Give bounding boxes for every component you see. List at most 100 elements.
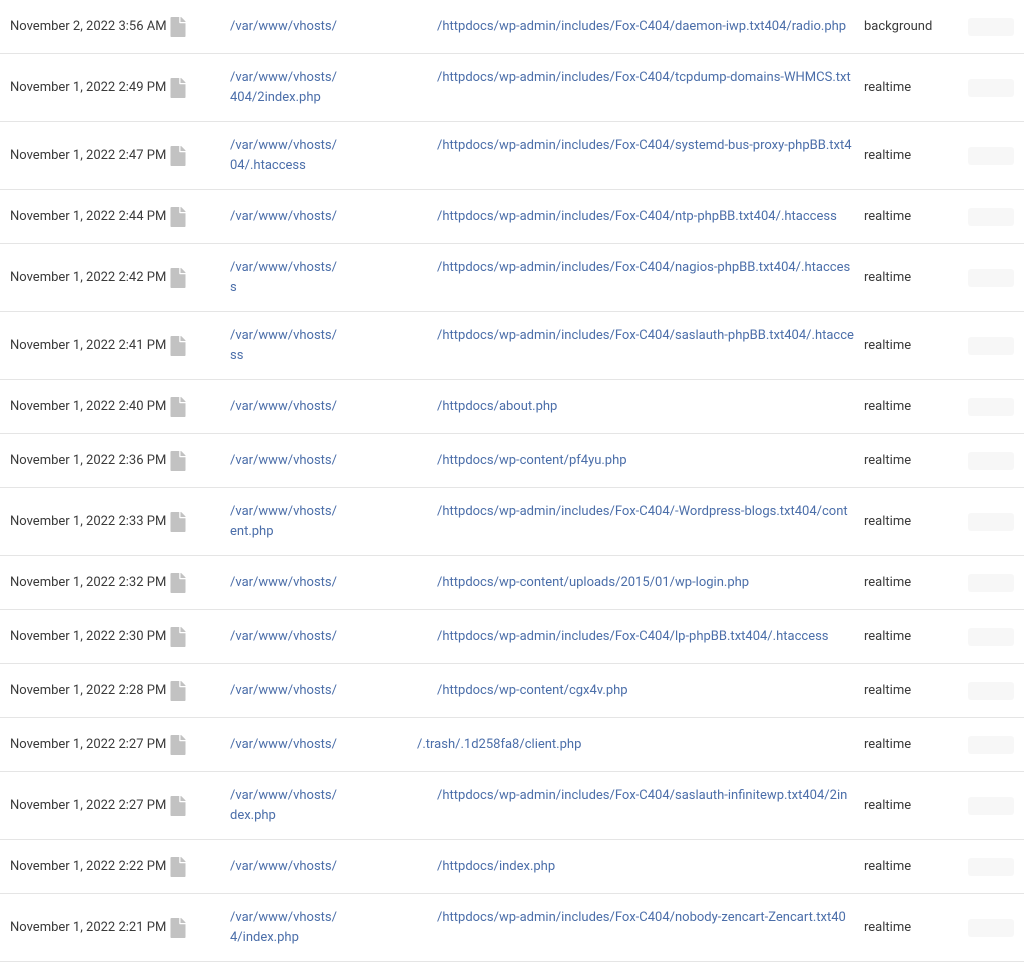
action-badge[interactable]: [968, 628, 1014, 646]
action-badge[interactable]: [968, 18, 1014, 36]
path-suffix: /httpdocs/wp-admin/includes/Fox-C404/dae…: [437, 19, 846, 34]
file-path-cell: /var/www/vhosts/ /httpdocs/wp-content/pf4…: [200, 451, 864, 471]
file-path-link[interactable]: /var/www/vhosts//httpdocs/wp-content/upl…: [230, 575, 749, 590]
action-badge[interactable]: [968, 682, 1014, 700]
detection-date: November 1, 2022 2:32 PM: [10, 575, 170, 590]
action-badge[interactable]: [968, 79, 1014, 97]
table-row: November 1, 2022 2:41 PM/var/www/vhosts/…: [0, 312, 1024, 380]
action-badge[interactable]: [968, 208, 1014, 226]
file-type-icon: [170, 918, 200, 938]
detection-date: November 1, 2022 2:49 PM: [10, 80, 170, 95]
action-cell: [954, 269, 1014, 287]
file-path-link[interactable]: /var/www/vhosts//httpdocs/wp-admin/inclu…: [230, 260, 850, 295]
file-path-cell: /var/www/vhosts//httpdocs/wp-admin/inclu…: [200, 786, 864, 825]
file-icon: [170, 796, 186, 816]
action-badge[interactable]: [968, 398, 1014, 416]
path-prefix: /var/www/vhosts/: [230, 910, 337, 925]
action-badge[interactable]: [968, 269, 1014, 287]
file-path-link[interactable]: /var/www/vhosts//httpdocs/wp-admin/inclu…: [230, 328, 854, 363]
file-icon: [170, 857, 186, 877]
file-path-link[interactable]: /var/www/vhosts//httpdocs/wp-admin/inclu…: [230, 19, 846, 34]
file-path-cell: /var/www/vhosts//httpdocs/about.php: [200, 397, 864, 417]
path-suffix: /httpdocs/wp-content/pf4yu.php: [437, 453, 627, 468]
file-icon: [170, 207, 186, 227]
action-badge[interactable]: [968, 147, 1014, 165]
path-suffix: /httpdocs/wp-content/cgx4v.php: [437, 683, 628, 698]
file-path-cell: /var/www/vhosts//.trash/.1d258fa8/client…: [200, 735, 864, 755]
action-cell: [954, 18, 1014, 36]
path-suffix: /httpdocs/wp-admin/includes/Fox-C404/lp-…: [437, 629, 829, 644]
path-prefix: /var/www/vhosts/: [230, 399, 337, 414]
action-cell: [954, 628, 1014, 646]
file-path-link[interactable]: /var/www/vhosts//.trash/.1d258fa8/client…: [230, 737, 581, 752]
file-type-icon: [170, 627, 200, 647]
action-badge[interactable]: [968, 797, 1014, 815]
action-cell: [954, 398, 1014, 416]
detection-date: November 1, 2022 2:27 PM: [10, 737, 170, 752]
file-type-icon: [170, 17, 200, 37]
file-icon: [170, 268, 186, 288]
table-row: November 1, 2022 2:49 PM/var/www/vhosts/…: [0, 54, 1024, 122]
file-path-cell: /var/www/vhosts//httpdocs/wp-admin/inclu…: [200, 502, 864, 541]
file-icon: [170, 17, 186, 37]
file-type-icon: [170, 146, 200, 166]
file-icon: [170, 336, 186, 356]
file-type-icon: [170, 573, 200, 593]
action-badge[interactable]: [968, 736, 1014, 754]
scan-mode: realtime: [864, 80, 954, 95]
file-path-cell: /var/www/vhosts//httpdocs/wp-admin/inclu…: [200, 258, 864, 297]
file-icon: [170, 573, 186, 593]
file-icon: [170, 627, 186, 647]
scan-mode: realtime: [864, 629, 954, 644]
detection-date: November 1, 2022 2:40 PM: [10, 399, 170, 414]
file-path-link[interactable]: /var/www/vhosts//httpdocs/wp-content/cgx…: [230, 683, 628, 698]
scan-results-table: November 2, 2022 3:56 AM/var/www/vhosts/…: [0, 0, 1024, 962]
table-row: November 1, 2022 2:42 PM/var/www/vhosts/…: [0, 244, 1024, 312]
file-path-link[interactable]: /var/www/vhosts//httpdocs/wp-admin/inclu…: [230, 138, 852, 173]
file-type-icon: [170, 78, 200, 98]
file-path-link[interactable]: /var/www/vhosts//httpdocs/wp-admin/inclu…: [230, 910, 846, 945]
scan-mode: realtime: [864, 859, 954, 874]
table-row: November 2, 2022 3:56 AM/var/www/vhosts/…: [0, 0, 1024, 54]
action-badge[interactable]: [968, 919, 1014, 937]
file-icon: [170, 78, 186, 98]
file-path-link[interactable]: /var/www/vhosts//httpdocs/wp-admin/inclu…: [230, 209, 837, 224]
file-icon: [170, 451, 186, 471]
file-path-link[interactable]: /var/www/vhosts//httpdocs/wp-admin/inclu…: [230, 504, 848, 539]
scan-mode: realtime: [864, 338, 954, 353]
action-badge[interactable]: [968, 574, 1014, 592]
action-badge[interactable]: [968, 452, 1014, 470]
file-path-link[interactable]: /var/www/vhosts//httpdocs/about.php: [230, 399, 557, 414]
file-path-cell: /var/www/vhosts//httpdocs/wp-admin/inclu…: [200, 136, 864, 175]
action-badge[interactable]: [968, 337, 1014, 355]
file-path-link[interactable]: /var/www/vhosts//httpdocs/wp-admin/inclu…: [230, 629, 829, 644]
action-cell: [954, 858, 1014, 876]
table-row: November 1, 2022 2:27 PM/var/www/vhosts/…: [0, 772, 1024, 840]
table-row: November 1, 2022 2:30 PM/var/www/vhosts/…: [0, 610, 1024, 664]
path-prefix: /var/www/vhosts/: [230, 453, 337, 468]
detection-date: November 1, 2022 2:36 PM: [10, 453, 170, 468]
action-cell: [954, 682, 1014, 700]
file-path-link[interactable]: /var/www/vhosts//httpdocs/index.php: [230, 859, 555, 874]
action-badge[interactable]: [968, 513, 1014, 531]
path-prefix: /var/www/vhosts/: [230, 138, 337, 153]
path-prefix: /var/www/vhosts/: [230, 575, 337, 590]
file-type-icon: [170, 735, 200, 755]
action-badge[interactable]: [968, 858, 1014, 876]
file-path-cell: /var/www/vhosts//httpdocs/wp-admin/inclu…: [200, 17, 864, 37]
file-path-cell: /var/www/vhosts//httpdocs/wp-admin/inclu…: [200, 627, 864, 647]
scan-mode: realtime: [864, 737, 954, 752]
file-type-icon: [170, 857, 200, 877]
file-icon: [170, 681, 186, 701]
file-path-cell: /var/www/vhosts//httpdocs/index.php: [200, 857, 864, 877]
path-suffix: /httpdocs/wp-admin/includes/Fox-C404/ntp…: [437, 209, 837, 224]
file-path-link[interactable]: /var/www/vhosts//httpdocs/wp-admin/inclu…: [230, 788, 847, 823]
file-type-icon: [170, 268, 200, 288]
file-path-link[interactable]: /var/www/vhosts//httpdocs/wp-admin/inclu…: [230, 70, 851, 105]
action-cell: [954, 208, 1014, 226]
file-path-link[interactable]: /var/www/vhosts/ /httpdocs/wp-content/pf4…: [230, 453, 627, 468]
path-prefix: /var/www/vhosts/: [230, 737, 337, 752]
detection-date: November 2, 2022 3:56 AM: [10, 19, 170, 34]
file-icon: [170, 146, 186, 166]
detection-date: November 1, 2022 2:33 PM: [10, 514, 170, 529]
